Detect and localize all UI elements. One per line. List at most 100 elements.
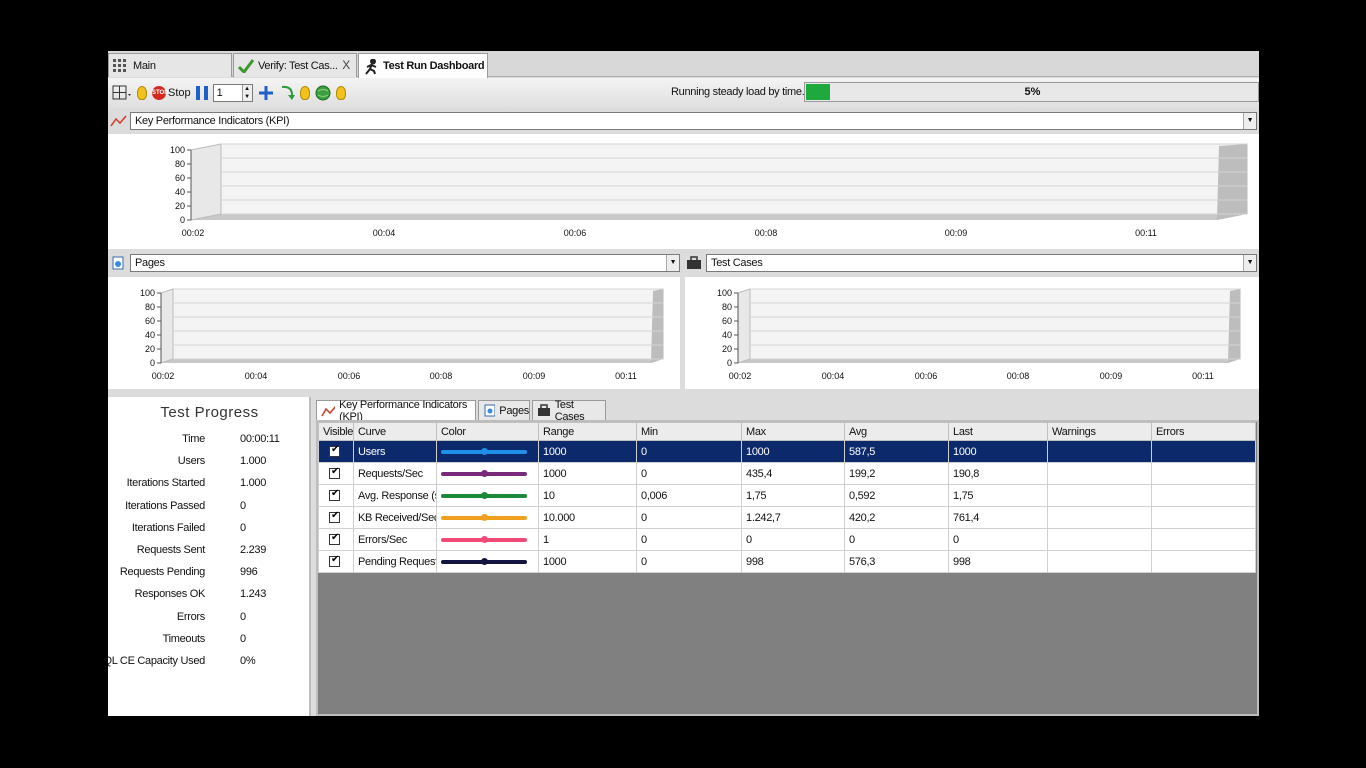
min-cell: 0 [636,462,742,485]
x-tick-label: 00:02 [152,371,175,381]
table-row[interactable]: Errors/Sec10000 [318,528,1256,551]
max-cell: 0 [741,528,845,551]
x-tick-label: 00:08 [755,228,778,238]
hint-button[interactable] [137,82,147,104]
tab-test-cases-label: Test Cases [554,398,585,423]
tab-pages[interactable]: Pages [478,400,530,420]
tab-verify-test-cases[interactable]: Verify: Test Cas... X [233,53,357,77]
visible-cell [318,528,354,551]
progress-stat-row: SQL CE Capacity Used 0% [108,655,311,677]
iterations-value: 1 [216,87,223,99]
column-header[interactable]: Avg [844,422,949,441]
column-header[interactable]: Range [538,422,637,441]
arrow-down-icon [281,85,295,100]
curve-cell: Errors/Sec [353,528,437,551]
color-swatch [441,447,527,455]
errors-cell [1151,484,1256,507]
tab-kpi-label: Key Performance Indicators (KPI) [339,398,468,423]
add-button[interactable] [258,82,274,104]
visible-checkbox[interactable] [329,532,340,546]
pages-select[interactable]: Pages ▼ [130,254,680,272]
hint2-button[interactable] [299,82,310,104]
progress-stat-label: Iterations Passed [125,499,205,512]
run-status-text: Running steady load by time... [671,86,810,98]
progress-stat-row: Errors 0 [108,611,311,633]
range-cell: 1000 [538,550,637,573]
progress-stat-label: Iterations Started [126,477,206,490]
lightbulb-icon [299,86,310,100]
table-row[interactable]: Pending Requests10000998576,3998 [318,550,1256,573]
column-header[interactable]: Errors [1151,422,1256,441]
range-cell: 1 [538,528,637,551]
page-icon [112,256,124,270]
table-row[interactable]: Avg. Response (s)100,0061,750,5921,75 [318,484,1256,507]
tab-main[interactable]: Main [108,53,232,77]
globe-button[interactable] [315,82,331,104]
y-tick-label: 20 [175,201,185,211]
chevron-down-icon[interactable]: ▼ [1243,113,1256,129]
max-cell: 1000 [741,440,845,463]
kpi-select-value: Key Performance Indicators (KPI) [135,115,290,127]
visible-checkbox[interactable] [329,554,340,568]
column-header[interactable]: Last [948,422,1048,441]
x-tick-label: 00:06 [338,371,361,381]
step-button[interactable] [279,82,295,104]
progress-stat-label: Responses OK [134,588,206,601]
column-header[interactable]: Visible [318,422,354,441]
color-swatch [441,535,527,543]
visible-checkbox[interactable] [329,488,340,502]
visible-checkbox[interactable] [329,510,340,524]
column-header[interactable]: Color [436,422,539,441]
color-swatch [441,557,527,565]
range-cell: 10 [538,484,637,507]
hint3-button[interactable] [335,82,346,104]
testcases-select-row: Test Cases ▼ [684,253,1259,273]
column-header[interactable]: Min [636,422,742,441]
curve-cell: KB Received/Sec [353,506,437,529]
column-header[interactable]: Warnings [1047,422,1152,441]
warnings-cell [1047,440,1152,463]
visible-cell [318,506,354,529]
color-cell[interactable] [436,440,539,463]
tab-test-run-dashboard[interactable]: Test Run Dashboard [358,53,488,78]
avg-cell: 199,2 [844,462,949,485]
test-run-dashboard-window: Main Verify: Test Cas... X Test Run Dash… [108,51,1259,716]
progress-stat-value: 1.243 [240,588,267,601]
visible-checkbox[interactable] [329,444,340,458]
tab-test-cases[interactable]: Test Cases [532,398,606,423]
color-cell[interactable] [436,506,539,529]
curve-cell: Pending Requests [353,550,437,573]
table-row[interactable]: KB Received/Sec 10.00001.242,7420,2761,4 [318,506,1256,529]
iterations-stepper[interactable]: 1 ▲ ▼ [212,82,253,104]
column-header[interactable]: Curve [353,422,437,441]
visible-checkbox[interactable] [329,466,340,480]
y-tick-label: 80 [145,302,155,312]
kpi-select[interactable]: Key Performance Indicators (KPI) ▼ [130,112,1257,130]
y-tick-label: 0 [150,358,155,368]
grid-icon [113,58,129,73]
x-tick-label: 00:08 [430,371,453,381]
table-row[interactable]: Requests/Sec 10000435,4199,2190,8 [318,462,1256,485]
color-cell[interactable] [436,462,539,485]
close-icon[interactable]: X [342,58,350,72]
max-cell: 1.242,7 [741,506,845,529]
progress-stat-row: Responses OK 1.243 [108,588,311,610]
color-cell[interactable] [436,484,539,507]
progress-stat-row: Time 00:00:11 [108,433,311,455]
spinner-arrows-icon[interactable]: ▲ ▼ [241,85,252,101]
pause-button[interactable] [195,82,208,104]
plus-icon [258,86,273,100]
last-cell: 998 [948,550,1048,573]
column-header[interactable]: Max [741,422,845,441]
testcases-select[interactable]: Test Cases ▼ [706,254,1257,272]
stop-button[interactable]: STOP Stop [152,82,191,104]
chevron-down-icon[interactable]: ▼ [1243,255,1256,271]
tab-dashboard-label: Test Run Dashboard [383,60,485,72]
x-tick-label: 00:02 [729,371,752,381]
layout-dropdown-button[interactable] [112,82,132,104]
tab-kpi[interactable]: Key Performance Indicators (KPI) [316,398,476,423]
color-cell[interactable] [436,550,539,573]
table-row[interactable]: Users100001000587,51000 [318,440,1256,463]
chevron-down-icon[interactable]: ▼ [666,255,679,271]
color-cell[interactable] [436,528,539,551]
